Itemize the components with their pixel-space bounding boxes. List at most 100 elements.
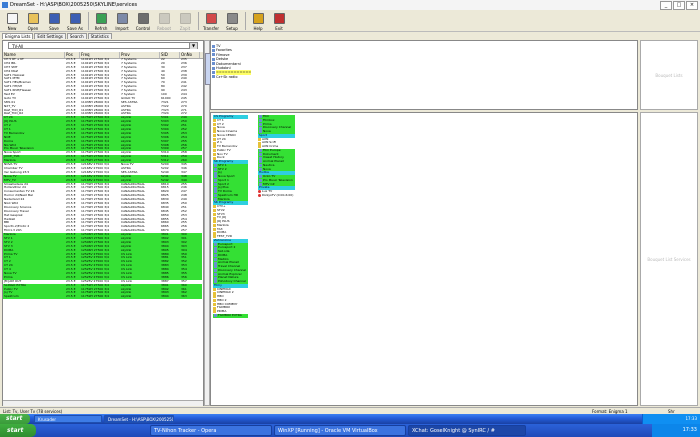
open-folder-icon bbox=[27, 13, 39, 24]
toolbar-button-save[interactable]: Save bbox=[44, 10, 64, 31]
taskbar-top: start Krusader DreamSet - H:\ASP\BOX\200… bbox=[0, 414, 700, 424]
refresh-icon bbox=[95, 13, 107, 24]
bouquet-item-label: DizzysTV (0:00-6:00) bbox=[262, 192, 294, 197]
toolbar-button-label: Refrsh bbox=[94, 26, 108, 31]
channel-icon bbox=[213, 145, 216, 149]
list-select[interactable]: TV-All ▼ bbox=[8, 42, 198, 49]
save-disk-icon bbox=[48, 13, 60, 24]
bouquet-type-list: TV Favorites Filmove Detske Dokumentarni Hudo… bbox=[212, 44, 252, 79]
system-tray-2: 17:33 bbox=[652, 424, 700, 437]
help-icon bbox=[252, 13, 264, 24]
channel-icon bbox=[214, 182, 217, 186]
toolbar-button-label: Exit bbox=[275, 26, 283, 31]
toolbar-button-control[interactable]: Control bbox=[133, 10, 153, 31]
channel-icon bbox=[213, 291, 216, 295]
start-button-2[interactable]: start bbox=[0, 424, 36, 437]
channel-icon bbox=[213, 306, 216, 310]
channel-icon bbox=[214, 276, 217, 280]
cell-sid: 3894 bbox=[161, 295, 169, 299]
channel-icon bbox=[214, 250, 217, 254]
table-row[interactable]: Spektrum 23.5 E 11759H 27500 3/4 skylink 389… bbox=[3, 295, 202, 300]
toolbar-button-transfer[interactable]: Transfer bbox=[201, 10, 221, 31]
tab-enigma-lists[interactable]: Enigma Lists bbox=[2, 33, 34, 39]
channel-icon bbox=[213, 216, 216, 220]
import-icon bbox=[116, 13, 128, 24]
channel-icon bbox=[213, 122, 216, 126]
app-icon bbox=[2, 2, 8, 8]
toolbar-button-setup[interactable]: Setup bbox=[222, 10, 242, 31]
taskbar-item-krusader[interactable]: Krusader bbox=[34, 415, 102, 423]
tab-statistics[interactable]: Statistics bbox=[87, 33, 112, 39]
channel-icon bbox=[259, 149, 262, 153]
toolbar-separator bbox=[245, 12, 246, 30]
channel-icon bbox=[213, 212, 216, 216]
channel-icon bbox=[214, 167, 217, 171]
taskbar-item-dreamset[interactable]: DreamSet - H:\ASP\BOX\2005250\SKYLINE\se… bbox=[104, 415, 174, 423]
tv-icon bbox=[212, 71, 215, 75]
bouquet-type-label: Cz+Sk radio bbox=[216, 74, 238, 79]
start-button[interactable]: start bbox=[0, 414, 30, 424]
minimize-button[interactable]: _ bbox=[660, 0, 672, 10]
maximize-button[interactable]: □ bbox=[673, 0, 685, 10]
channel-icon bbox=[214, 246, 217, 250]
channel-icon bbox=[213, 302, 216, 306]
tab-edit-settings[interactable]: Edit Settings bbox=[34, 33, 66, 39]
channel-icon bbox=[213, 295, 216, 299]
channel-icon bbox=[213, 141, 216, 145]
channel-icon bbox=[259, 160, 262, 164]
reboot-icon bbox=[158, 13, 170, 24]
channel-icon bbox=[213, 134, 216, 138]
tv-icon bbox=[212, 44, 215, 48]
channel-icon bbox=[213, 130, 216, 134]
tab-search[interactable]: Search bbox=[66, 33, 87, 39]
channel-icon bbox=[214, 261, 217, 265]
zapit-icon bbox=[179, 13, 191, 24]
toolbar-button-new[interactable]: New bbox=[2, 10, 22, 31]
channel-icon bbox=[214, 265, 217, 269]
channel-icon bbox=[214, 190, 217, 194]
channel-list: CH 5 RT + KT 23.5 E 11919H 27500 3/4 7 Syst… bbox=[3, 58, 202, 300]
bouquet-item[interactable]: FILMBOX EXTRA bbox=[213, 313, 249, 318]
channel-icon bbox=[214, 272, 217, 276]
channel-icon bbox=[213, 119, 216, 123]
channel-icon bbox=[258, 141, 261, 145]
channel-icon bbox=[213, 227, 216, 231]
toolbar-button-zapit[interactable]: Zapit bbox=[175, 10, 195, 31]
toolbar-button-label: Reboot bbox=[156, 26, 172, 31]
horizontal-scrollbar[interactable] bbox=[3, 400, 203, 406]
setup-icon bbox=[226, 13, 238, 24]
taskbar-item-virtualbox[interactable]: WinXP [Running] - Oracle VM VirtualBox bbox=[274, 425, 406, 436]
toolbar-button-help[interactable]: Help bbox=[248, 10, 268, 31]
bouquet-lists-label: Bouquet Lists bbox=[655, 72, 683, 78]
channel-icon bbox=[213, 231, 216, 235]
window-title: DreamSet - H:\ASP\BOX\2005250\SKYLINE\se… bbox=[10, 2, 138, 8]
taskbar-item-xchat[interactable]: XChat: GoselKnight @ SynIRC / # bbox=[408, 425, 526, 436]
toolbar-button-refrsh[interactable]: Refrsh bbox=[91, 10, 111, 31]
channel-icon bbox=[214, 186, 217, 190]
system-tray: 17:33 bbox=[642, 414, 700, 424]
toolbar-button-exit[interactable]: Exit bbox=[269, 10, 289, 31]
toolbar-button-reboot[interactable]: Reboot bbox=[154, 10, 174, 31]
channel-icon bbox=[214, 175, 217, 179]
taskbar-item-opera[interactable]: TV-Nihon Tracker - Opera bbox=[150, 425, 272, 436]
channel-icon bbox=[214, 269, 217, 273]
channel-icon bbox=[258, 137, 261, 141]
toolbar-button-label: Setup bbox=[226, 26, 238, 31]
tv-icon bbox=[212, 53, 215, 57]
list-select-value: TV-All bbox=[12, 44, 24, 49]
bouquet-type-item[interactable]: Cz+Sk radio bbox=[212, 75, 251, 79]
channel-icon bbox=[213, 152, 216, 156]
bouquet-item[interactable]: DizzysTV (0:00-6:00) bbox=[258, 192, 295, 198]
toolbar-button-save-as[interactable]: Save As bbox=[65, 10, 85, 31]
toolbar-button-open[interactable]: Open bbox=[23, 10, 43, 31]
channel-icon bbox=[259, 122, 262, 126]
toolbar-button-label: Transfer bbox=[202, 26, 220, 31]
channel-icon bbox=[214, 171, 217, 175]
chevron-down-icon[interactable]: ▼ bbox=[189, 43, 197, 49]
channel-icon bbox=[213, 287, 216, 291]
tab-bar: Enigma Lists Edit Settings Search Statistic… bbox=[2, 33, 113, 39]
toolbar-button-import[interactable]: Import bbox=[112, 10, 132, 31]
close-button[interactable]: × bbox=[686, 0, 698, 10]
channel-icon bbox=[259, 119, 262, 123]
toolbar-button-label: Help bbox=[253, 26, 263, 31]
